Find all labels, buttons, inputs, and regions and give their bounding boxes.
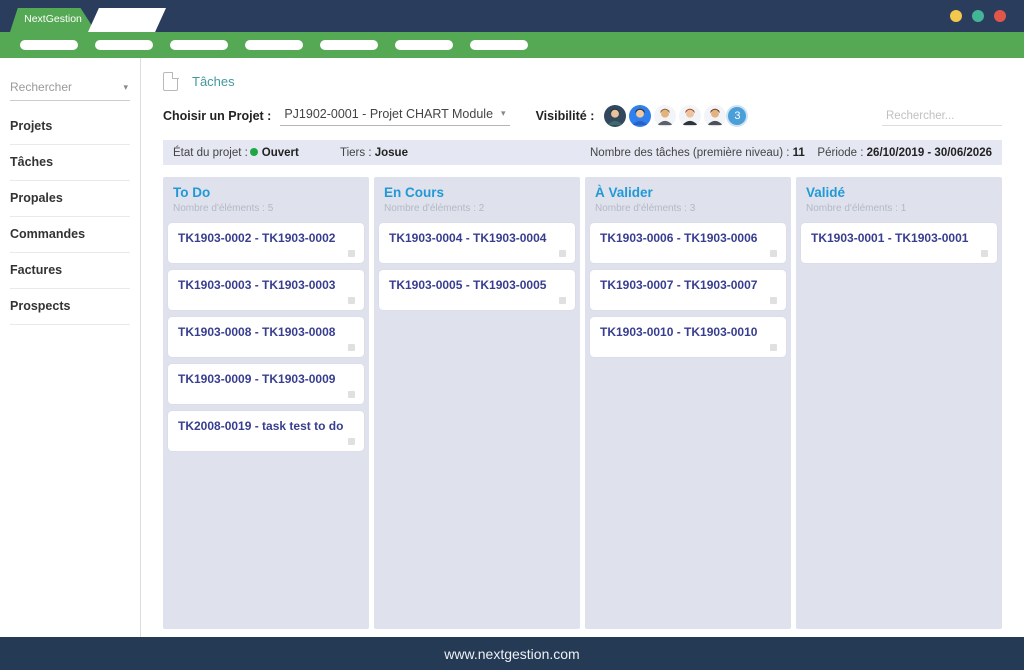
task-card[interactable]: TK2008-0019 - task test to do (168, 411, 364, 451)
task-search-input[interactable] (882, 107, 1002, 126)
project-select-value: PJ1902-0001 - Projet CHART Module (284, 107, 493, 121)
chevron-down-icon: ▾ (501, 108, 506, 119)
user-avatar-3-icon[interactable] (654, 105, 676, 127)
card-handle-icon[interactable] (770, 250, 777, 257)
status-task-count: Nombre des tâches (première niveau) : 11 (590, 147, 817, 159)
kanban-column: À Valider Nombre d'éléments : 3 TK1903-000… (585, 177, 791, 629)
nav-pill[interactable] (320, 40, 378, 50)
nav-pill[interactable] (20, 40, 78, 50)
task-card[interactable]: TK1903-0003 - TK1903-0003 (168, 270, 364, 310)
task-card-title: TK1903-0003 - TK1903-0003 (178, 278, 354, 292)
task-card-title: TK2008-0019 - task test to do (178, 419, 354, 433)
task-card[interactable]: TK1903-0006 - TK1903-0006 (590, 223, 786, 263)
nav-pill[interactable] (395, 40, 453, 50)
window-title-bar: NextGestion (0, 0, 1024, 32)
kanban-board: To Do Nombre d'éléments : 5 TK1903-0002 - … (163, 177, 1002, 629)
status-open-dot-icon (250, 148, 258, 156)
task-card[interactable]: TK1903-0010 - TK1903-0010 (590, 317, 786, 357)
user-avatar-1-icon[interactable] (604, 105, 626, 127)
page-title: Tâches (192, 74, 235, 89)
column-title: En Cours (384, 185, 570, 200)
sidebar-search-select[interactable]: Rechercher ▾ (10, 76, 130, 101)
card-handle-icon[interactable] (348, 391, 355, 398)
footer-url[interactable]: www.nextgestion.com (444, 646, 579, 662)
nav-pill[interactable] (170, 40, 228, 50)
project-status-bar: État du projet :Ouvert Tiers : Josue Nom… (163, 140, 1002, 165)
visibility-label: Visibilité : (536, 109, 595, 123)
sidebar-menu: ProjetsTâchesPropalesCommandesFacturesPr… (10, 109, 130, 325)
card-handle-icon[interactable] (348, 297, 355, 304)
project-select-label: Choisir un Projet : (163, 109, 271, 123)
nav-pill[interactable] (245, 40, 303, 50)
task-card-title: TK1903-0002 - TK1903-0002 (178, 231, 354, 245)
sidebar-item-propales[interactable]: Propales (10, 181, 130, 217)
brand-ghost-shape (88, 8, 166, 32)
task-card[interactable]: TK1903-0005 - TK1903-0005 (379, 270, 575, 310)
column-count: Nombre d'éléments : 5 (173, 203, 359, 214)
nav-pill[interactable] (470, 40, 528, 50)
card-handle-icon[interactable] (348, 344, 355, 351)
sidebar-search-placeholder: Rechercher (10, 80, 72, 94)
task-card-title: TK1903-0007 - TK1903-0007 (600, 278, 776, 292)
card-handle-icon[interactable] (348, 250, 355, 257)
visibility-avatars (604, 105, 726, 127)
chevron-down-icon: ▾ (123, 82, 128, 93)
column-count: Nombre d'éléments : 2 (384, 203, 570, 214)
user-avatar-4-icon[interactable] (679, 105, 701, 127)
card-handle-icon[interactable] (348, 438, 355, 445)
column-count: Nombre d'éléments : 3 (595, 203, 781, 214)
column-count: Nombre d'éléments : 1 (806, 203, 992, 214)
task-card-title: TK1903-0010 - TK1903-0010 (600, 325, 776, 339)
window-dot-green-icon[interactable] (972, 10, 984, 22)
card-handle-icon[interactable] (559, 297, 566, 304)
task-card[interactable]: TK1903-0004 - TK1903-0004 (379, 223, 575, 263)
task-card-title: TK1903-0001 - TK1903-0001 (811, 231, 987, 245)
task-card[interactable]: TK1903-0002 - TK1903-0002 (168, 223, 364, 263)
task-card[interactable]: TK1903-0009 - TK1903-0009 (168, 364, 364, 404)
brand-tab[interactable]: NextGestion (10, 8, 96, 32)
visibility-overflow-badge[interactable]: 3 (726, 105, 748, 127)
card-handle-icon[interactable] (981, 250, 988, 257)
task-card-title: TK1903-0006 - TK1903-0006 (600, 231, 776, 245)
status-periode: Période : 26/10/2019 - 30/06/2026 (817, 147, 1002, 159)
main-navbar (0, 32, 1024, 58)
kanban-column: Validé Nombre d'éléments : 1 TK1903-0001 -… (796, 177, 1002, 629)
task-card[interactable]: TK1903-0008 - TK1903-0008 (168, 317, 364, 357)
user-avatar-2-icon[interactable] (629, 105, 651, 127)
sidebar-item-commandes[interactable]: Commandes (10, 217, 130, 253)
column-title: À Valider (595, 185, 781, 200)
task-card[interactable]: TK1903-0001 - TK1903-0001 (801, 223, 997, 263)
task-card-title: TK1903-0009 - TK1903-0009 (178, 372, 354, 386)
card-handle-icon[interactable] (559, 250, 566, 257)
window-dot-red-icon[interactable] (994, 10, 1006, 22)
task-card-title: TK1903-0004 - TK1903-0004 (389, 231, 565, 245)
sidebar-item-tâches[interactable]: Tâches (10, 145, 130, 181)
status-etat: État du projet :Ouvert (163, 147, 340, 159)
window-controls (950, 10, 1006, 22)
document-icon (163, 72, 178, 91)
sidebar-item-projets[interactable]: Projets (10, 109, 130, 145)
task-card-title: TK1903-0008 - TK1903-0008 (178, 325, 354, 339)
column-title: Validé (806, 185, 992, 200)
status-tiers: Tiers : Josue (340, 147, 590, 159)
sidebar-item-factures[interactable]: Factures (10, 253, 130, 289)
project-select[interactable]: PJ1902-0001 - Projet CHART Module ▾ (280, 107, 509, 126)
task-card-title: TK1903-0005 - TK1903-0005 (389, 278, 565, 292)
card-handle-icon[interactable] (770, 297, 777, 304)
kanban-column: En Cours Nombre d'éléments : 2 TK1903-0004… (374, 177, 580, 629)
footer: www.nextgestion.com (0, 637, 1024, 670)
sidebar: Rechercher ▾ ProjetsTâchesPropalesComman… (0, 58, 141, 637)
window-dot-yellow-icon[interactable] (950, 10, 962, 22)
column-title: To Do (173, 185, 359, 200)
nav-pill[interactable] (95, 40, 153, 50)
kanban-column: To Do Nombre d'éléments : 5 TK1903-0002 - … (163, 177, 369, 629)
card-handle-icon[interactable] (770, 344, 777, 351)
sidebar-item-prospects[interactable]: Prospects (10, 289, 130, 325)
brand-name: NextGestion (24, 13, 82, 25)
task-card[interactable]: TK1903-0007 - TK1903-0007 (590, 270, 786, 310)
main-panel: Tâches Choisir un Projet : PJ1902-0001 -… (141, 58, 1024, 637)
user-avatar-5-icon[interactable] (704, 105, 726, 127)
